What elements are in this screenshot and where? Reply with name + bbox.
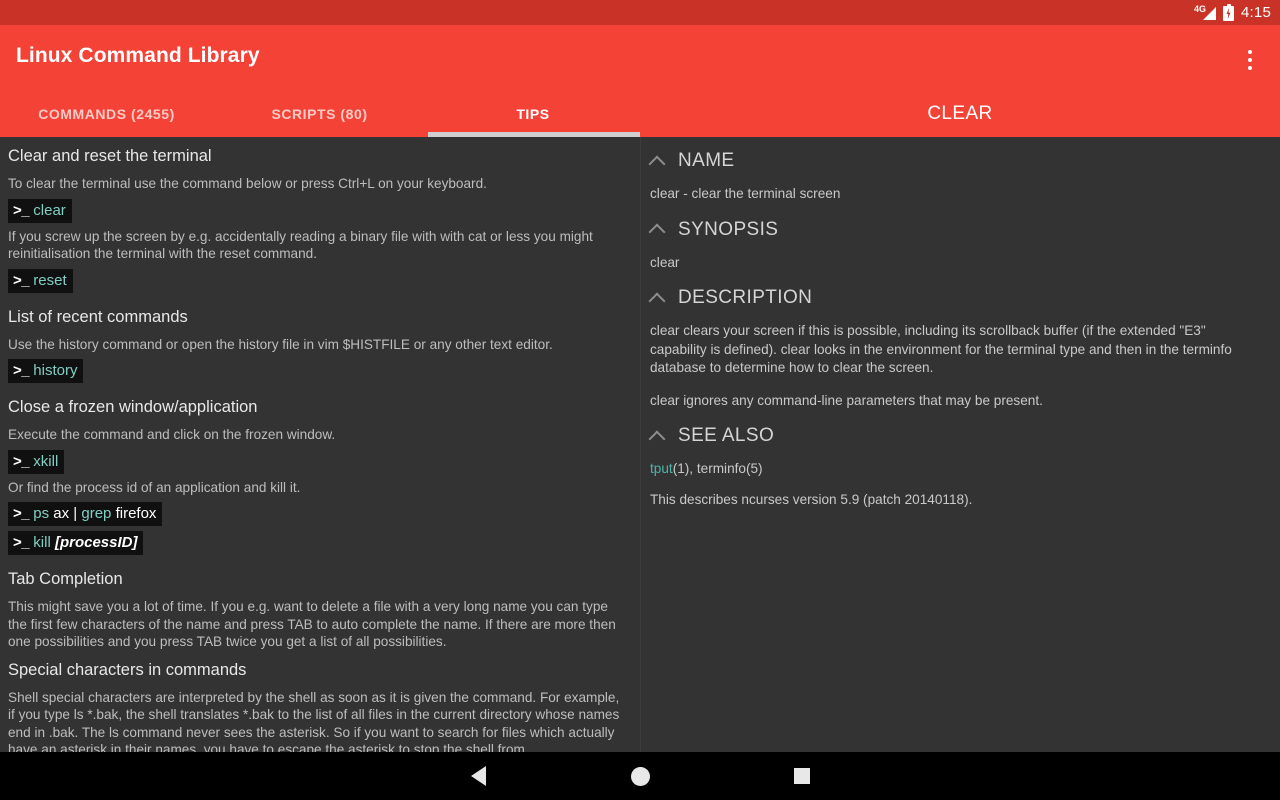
tip-title: Special characters in commands	[8, 660, 247, 679]
shell-prompt-icon: >_	[13, 271, 30, 289]
shell-prompt-icon: >_	[13, 505, 30, 522]
tab-scripts[interactable]: SCRIPTS (80)	[213, 91, 426, 137]
tip-paragraph: Execute the command and click on the fro…	[8, 427, 336, 442]
detail-pane-title: CLEAR	[927, 103, 993, 124]
chevron-up-icon[interactable]	[650, 291, 665, 306]
command-chip[interactable]: >_ ps ax | grep firefox	[8, 502, 163, 526]
command-token: xkill	[33, 452, 59, 470]
detail-paragraph: clear - clear the terminal screen	[650, 186, 841, 201]
app-bar: Linux Command Library	[0, 25, 1280, 91]
chevron-up-icon[interactable]	[650, 222, 665, 237]
command-token: kill	[33, 534, 51, 551]
detail-paragraph: clear	[650, 254, 680, 270]
content-area: Clear and reset the terminal To clear the…	[0, 137, 1280, 752]
command-chip[interactable]: >_ clear	[8, 198, 72, 223]
tip-paragraph: Shell special characters are interpreted…	[8, 689, 620, 753]
detail-paragraph: This describes ncurses version 5.9 (patc…	[650, 491, 973, 507]
detail-section-header[interactable]: SEE ALSO	[650, 424, 1256, 448]
tips-list-pane[interactable]: Clear and reset the terminal To clear the…	[0, 137, 641, 752]
tab-commands[interactable]: COMMANDS (2455)	[0, 91, 213, 137]
status-bar-clock: 4:15	[1241, 4, 1271, 21]
tip-paragraph: Use the history command or open the hist…	[8, 336, 553, 352]
chevron-up-icon[interactable]	[650, 154, 665, 169]
command-detail-pane[interactable]: NAME clear - clear the terminal screen SYN…	[641, 137, 1280, 752]
command-chip[interactable]: >_ kill [processID]	[8, 531, 144, 555]
shell-prompt-icon: >_	[13, 534, 30, 551]
see-also-rest: (1), terminfo(5)	[672, 461, 763, 476]
android-screen: 4G 4:15 Linux Command Library COMMANDS (…	[0, 0, 1280, 800]
detail-section-title: SEE ALSO	[678, 425, 775, 446]
status-bar: 4G 4:15	[0, 0, 1280, 25]
shell-prompt-icon: >_	[13, 201, 30, 219]
tip-title: Tab Completion	[8, 570, 123, 588]
tip-paragraph: Or find the process id of an application…	[8, 479, 301, 495]
command-token: firefox	[111, 505, 157, 522]
command-token: history	[33, 362, 78, 379]
shell-prompt-icon: >_	[13, 362, 30, 379]
command-token: reset	[33, 271, 67, 289]
command-chip[interactable]: >_ reset	[8, 268, 73, 293]
detail-section-title: DESCRIPTION	[678, 287, 813, 308]
detail-section-title: SYNOPSIS	[678, 218, 779, 240]
page-title: Linux Command Library	[16, 44, 260, 67]
detail-section-title: NAME	[678, 150, 735, 171]
recents-square-icon	[794, 768, 810, 784]
signal-triangle-icon: 4G	[1194, 3, 1216, 21]
overflow-menu-icon[interactable]	[1236, 45, 1264, 75]
tip-paragraph: This might save you a lot of time. If yo…	[8, 599, 616, 649]
command-token: ax |	[49, 505, 82, 522]
tip-title: List of recent commands	[8, 307, 188, 326]
detail-paragraph: clear ignores any command-line parameter…	[650, 392, 1043, 408]
command-token: ps	[33, 505, 50, 522]
command-chip[interactable]: >_ history	[8, 359, 84, 383]
network-type-label: 4G	[1194, 3, 1207, 14]
command-token: grep	[81, 505, 112, 522]
recents-button[interactable]	[721, 752, 883, 800]
back-triangle-icon	[470, 766, 486, 786]
command-token: clear	[33, 201, 66, 219]
home-button[interactable]	[559, 752, 721, 800]
back-button[interactable]	[397, 752, 559, 800]
android-navigation-bar	[0, 752, 1280, 800]
tab-bar: COMMANDS (2455) SCRIPTS (80) TIPS CLEAR	[0, 91, 1280, 137]
command-token: [processID]	[54, 534, 138, 551]
see-also-link[interactable]: tput	[650, 461, 673, 476]
battery-charging-icon	[1223, 4, 1234, 21]
detail-section-header[interactable]: DESCRIPTION	[650, 286, 1256, 310]
chevron-up-icon[interactable]	[650, 429, 665, 444]
shell-prompt-icon: >_	[13, 452, 30, 470]
tip-title: Close a frozen window/application	[8, 398, 258, 416]
tip-title: Clear and reset the terminal	[8, 147, 212, 165]
detail-paragraph: clear clears your screen if this is poss…	[650, 323, 1232, 375]
tip-paragraph: To clear the terminal use the command be…	[8, 176, 487, 191]
detail-section-header[interactable]: NAME	[650, 149, 1256, 173]
home-circle-icon	[630, 766, 650, 786]
detail-section-header[interactable]: SYNOPSIS	[650, 218, 1256, 242]
tab-tips[interactable]: TIPS	[426, 91, 640, 137]
see-also-line: tput(1), terminfo(5)	[650, 460, 1256, 479]
tip-paragraph: If you screw up the screen by e.g. accid…	[8, 228, 593, 262]
command-chip[interactable]: >_ xkill	[8, 449, 65, 474]
